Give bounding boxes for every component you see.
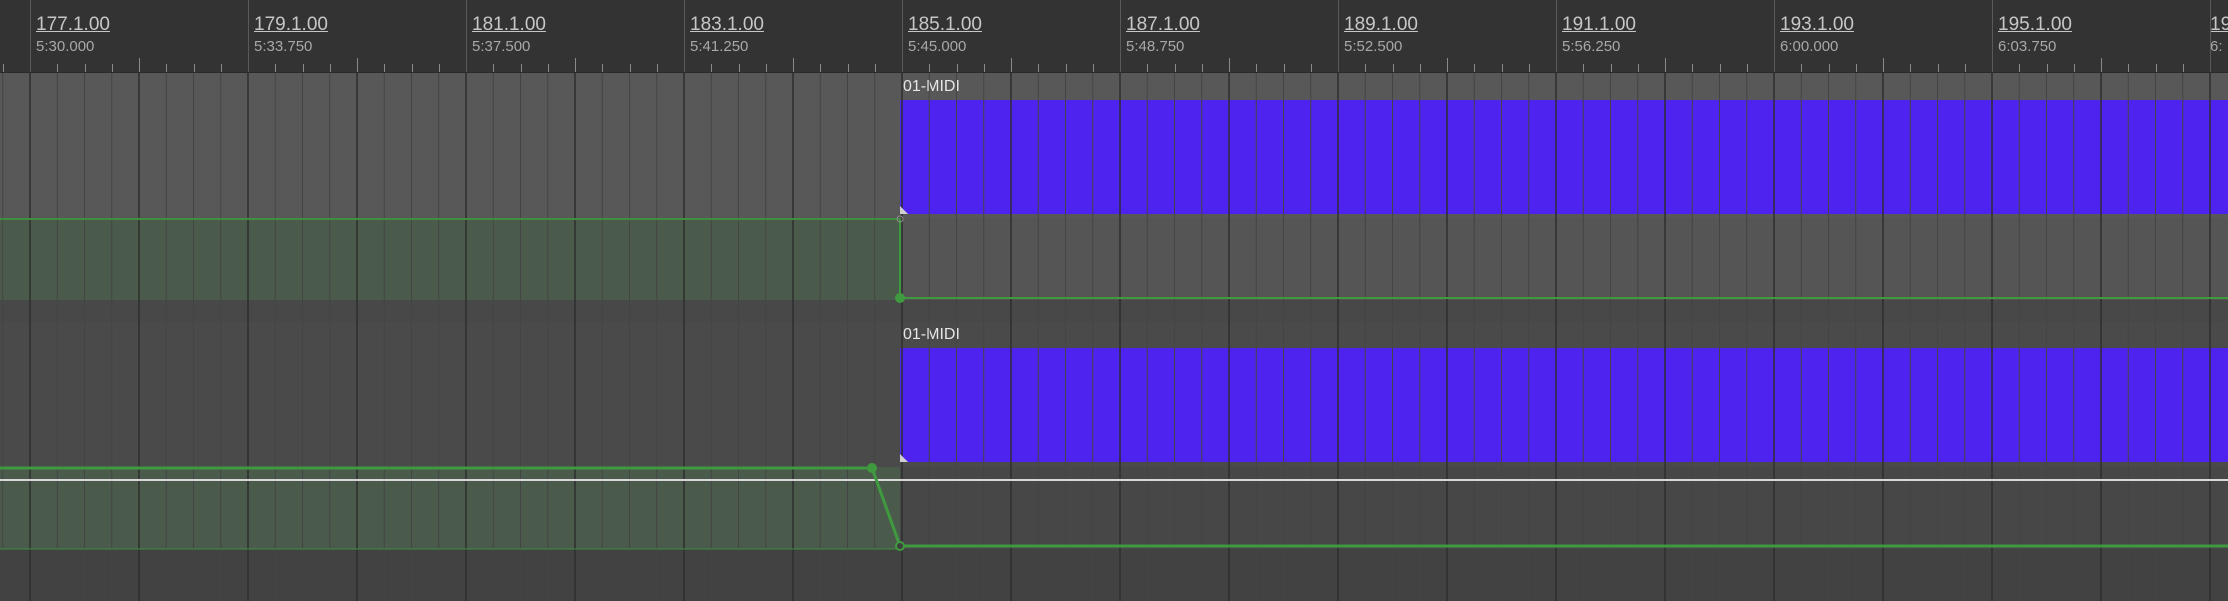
envelope-point-hollow[interactable] (895, 541, 905, 551)
arrange-view[interactable]: 177.1.00 5:30.000 179.1.00 5:33.750 181.… (0, 0, 2228, 601)
envelope-1-line[interactable] (899, 219, 2228, 299)
envelope-overlay (0, 206, 2228, 551)
fade-handle-icon[interactable] (900, 206, 908, 214)
fade-handle-icon[interactable] (900, 454, 908, 462)
envelope-point[interactable] (895, 293, 905, 303)
envelope-point[interactable] (867, 463, 877, 473)
